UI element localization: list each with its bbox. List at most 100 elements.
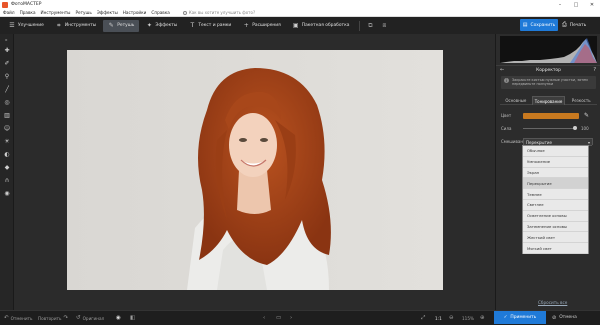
tab-retouch[interactable]: ✎ Ретушь bbox=[103, 19, 140, 32]
compare-icon[interactable]: ⧉ bbox=[365, 21, 375, 31]
help-icon[interactable]: ? bbox=[593, 67, 596, 73]
print-label: Печать bbox=[569, 22, 587, 28]
blend-option[interactable]: Темнее bbox=[523, 189, 588, 200]
photo-image[interactable] bbox=[67, 50, 443, 290]
blend-option[interactable]: Умножение bbox=[523, 157, 588, 168]
fill-icon[interactable]: ◆ bbox=[0, 161, 14, 174]
tab-enhance-label: Улучшение bbox=[18, 23, 44, 28]
tab-toning[interactable]: Тонирование bbox=[531, 96, 566, 105]
undo-icon: ↶ bbox=[4, 315, 9, 321]
tab-extensions-label: Расширения bbox=[252, 23, 281, 28]
stamp-icon[interactable]: ⚲ bbox=[0, 70, 14, 83]
histogram-graph bbox=[500, 36, 597, 63]
blend-option[interactable]: Обычное bbox=[523, 146, 588, 157]
histogram bbox=[500, 36, 597, 63]
apply-button[interactable]: ✓ Применить bbox=[494, 311, 546, 324]
panel-title: Корректор bbox=[536, 67, 561, 73]
brush-tool-icon[interactable]: ╱ bbox=[0, 83, 14, 96]
brush-icon: ✎ bbox=[108, 22, 114, 29]
menu-retouch[interactable]: Ретушь bbox=[75, 10, 91, 15]
reset-original-button[interactable]: ↺ Оригинал bbox=[76, 315, 104, 321]
tip-text: Закрасьте кистью нужные участки, затем п… bbox=[512, 78, 588, 87]
close-button[interactable]: ✕ bbox=[584, 0, 600, 9]
radial-filter-icon[interactable]: ◎ bbox=[0, 96, 14, 109]
canvas-area[interactable] bbox=[14, 34, 495, 310]
tab-enhance[interactable]: ☰ Улучшение bbox=[4, 20, 49, 32]
patch-icon[interactable]: ✐ bbox=[0, 57, 14, 70]
menu-bar: Файл Правка Инструменты Ретушь Эффекты Н… bbox=[0, 9, 600, 17]
tab-text-frames[interactable]: T Текст и рамки bbox=[184, 20, 236, 32]
reset-icon: ↺ bbox=[76, 315, 81, 321]
magnet-icon[interactable]: ∩ bbox=[0, 174, 14, 187]
healing-brush-icon[interactable]: ✚ bbox=[0, 44, 14, 57]
color-swatch[interactable] bbox=[523, 113, 579, 119]
split-view-button[interactable]: ◧ bbox=[130, 315, 137, 321]
next-image-button[interactable]: › bbox=[290, 315, 294, 321]
preview-eye-button[interactable]: ◉ bbox=[116, 315, 123, 321]
light-icon[interactable]: ☀ bbox=[0, 135, 14, 148]
face-icon[interactable]: ◉ bbox=[0, 187, 14, 200]
gradient-filter-icon[interactable]: ▥ bbox=[0, 109, 14, 122]
blend-option[interactable]: Жесткий свет bbox=[523, 232, 588, 244]
print-button[interactable]: ⎙ Печать bbox=[562, 19, 586, 31]
blend-option[interactable]: Мягкий свет bbox=[523, 243, 588, 254]
panel-scrollbar[interactable] bbox=[592, 145, 595, 254]
check-icon: ✓ bbox=[503, 315, 508, 320]
info-icon: i bbox=[504, 78, 509, 83]
portrait-photo bbox=[67, 50, 443, 290]
undo-button[interactable]: ↶ Отменить bbox=[4, 315, 32, 321]
tab-effects-label: Эффекты bbox=[155, 23, 178, 28]
cancel-label: Отмена bbox=[559, 315, 577, 320]
search-icon bbox=[182, 10, 187, 15]
strength-slider-track[interactable] bbox=[523, 128, 575, 129]
menu-file[interactable]: Файл bbox=[3, 10, 15, 15]
back-arrow-icon[interactable]: ← bbox=[500, 67, 504, 73]
maximize-button[interactable]: □ bbox=[568, 0, 584, 9]
redo-button[interactable]: Повторить ↷ bbox=[38, 315, 70, 321]
tab-tools[interactable]: ⌗ Инструменты bbox=[51, 20, 101, 32]
zoom-in-button[interactable]: ⊕ bbox=[480, 315, 487, 321]
tab-extensions[interactable]: + Расширения bbox=[238, 20, 285, 32]
cancel-button[interactable]: ⊘ Отмена bbox=[552, 311, 577, 324]
prev-image-button[interactable]: ‹ bbox=[263, 315, 267, 321]
menu-tools[interactable]: Инструменты bbox=[41, 10, 71, 15]
blend-option[interactable]: Перекрытие bbox=[523, 178, 588, 190]
blend-option[interactable]: Осветление основы bbox=[523, 211, 588, 222]
window-title: ФотоМАСТЕР bbox=[11, 2, 42, 7]
eyedropper-icon[interactable]: ✎ bbox=[584, 112, 589, 119]
save-button[interactable]: ▤ Сохранить bbox=[520, 19, 558, 31]
minimize-button[interactable]: – bbox=[552, 0, 568, 9]
face-retouch-icon[interactable]: ☺ bbox=[0, 122, 14, 135]
reset-all-link[interactable]: Сбросить все bbox=[538, 300, 567, 305]
history-icon[interactable]: ⧈ bbox=[379, 21, 389, 31]
strength-slider-handle[interactable] bbox=[573, 126, 577, 130]
menu-help[interactable]: Справка bbox=[151, 10, 169, 15]
tab-batch[interactable]: ▣ Пакетная обработка bbox=[288, 20, 355, 32]
panel-tabs: Основные Тонирование Резкость bbox=[500, 96, 598, 105]
ratio-button[interactable]: 1:1 bbox=[435, 316, 442, 321]
chevron-down-icon: ▾ bbox=[587, 139, 590, 145]
blend-option[interactable]: Экран bbox=[523, 168, 588, 179]
tab-effects[interactable]: ✦ Эффекты bbox=[141, 20, 182, 32]
window-controls: – □ ✕ bbox=[552, 0, 600, 9]
folder-button[interactable]: ▭ bbox=[276, 315, 283, 321]
tab-basic[interactable]: Основные bbox=[500, 96, 532, 105]
tab-sharpness[interactable]: Резкость bbox=[565, 96, 598, 105]
fit-screen-button[interactable]: ⤢ bbox=[421, 315, 427, 322]
collapse-panel-icon[interactable]: ▸ bbox=[0, 34, 13, 44]
folder-icon: ▭ bbox=[276, 315, 282, 321]
contrast-icon[interactable]: ◐ bbox=[0, 148, 14, 161]
crop-icon: ⌗ bbox=[57, 21, 61, 29]
menu-effects[interactable]: Эффекты bbox=[97, 10, 118, 15]
menu-settings[interactable]: Настройки bbox=[123, 10, 147, 15]
blend-option[interactable]: Затемнение основы bbox=[523, 222, 588, 233]
eye-icon: ◉ bbox=[116, 315, 121, 321]
batch-icon: ▣ bbox=[292, 22, 299, 29]
menu-edit[interactable]: Правка bbox=[20, 10, 36, 15]
blend-option[interactable]: Светлее bbox=[523, 200, 588, 211]
title-bar: ФотоМАСТЕР – □ ✕ bbox=[0, 0, 600, 9]
menu-search[interactable]: Как вы хотите улучшить фото? bbox=[182, 10, 255, 15]
zoom-out-button[interactable]: ⊖ bbox=[449, 315, 456, 321]
chevron-left-icon: ‹ bbox=[263, 315, 266, 321]
cancel-icon: ⊘ bbox=[552, 314, 557, 321]
